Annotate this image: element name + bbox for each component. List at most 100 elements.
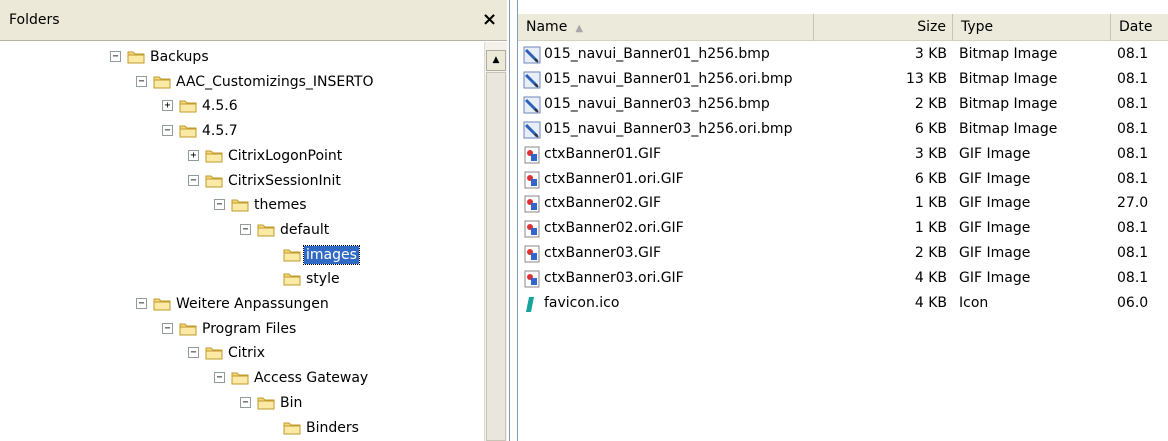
file-name: 015_navui_Banner01_h256.ori.bmp [544,70,793,87]
file-row[interactable]: ctxBanner01.GIF 3 KB GIF Image 08.1 [518,142,1168,166]
file-type: Bitmap Image [959,46,1058,62]
file-type: GIF Image [959,270,1031,287]
column-header-size[interactable]: Size [814,14,953,41]
collapse-icon[interactable]: − [214,372,225,384]
file-type: GIF Image [959,245,1031,262]
tree-item-label[interactable]: Binders [304,419,361,437]
collapse-icon[interactable]: − [110,51,121,62]
tree-item[interactable]: − CitrixSessionInit [0,170,484,194]
tree-item-label[interactable]: CitrixLogonPoint [226,147,344,165]
tree-item[interactable]: − Bin [0,392,484,416]
tree-item[interactable]: − Access Gateway [0,367,484,391]
file-row[interactable]: 015_navui_Banner03_h256.ori.bmp 6 KB Bitma… [518,117,1168,141]
collapse-icon[interactable]: − [240,396,251,408]
tree-item[interactable]: − AAC_Customizings_INSERTO [0,71,484,95]
tree-item-label[interactable]: 4.5.6 [200,97,240,115]
file-size: 4 KB [914,295,947,311]
folder-icon [205,148,223,163]
file-row[interactable]: favicon.ico 4 KB Icon 06.0 [518,291,1168,315]
expand-icon[interactable]: + [188,149,199,161]
tree-item-label[interactable]: Bin [278,394,304,412]
collapse-icon[interactable]: − [188,347,199,359]
tree-item-label[interactable]: themes [252,196,309,214]
scroll-up-button[interactable]: ▲ [486,50,506,71]
file-list-pane: Name ▲ Size Type Date 015_navui_Banner01_… [517,0,1168,441]
tree-item[interactable]: − Citrix [0,342,484,366]
bitmap-icon [523,71,541,89]
collapse-icon[interactable]: − [162,125,173,137]
tree-item[interactable]: + CitrixLogonPoint [0,145,484,169]
tree-item[interactable]: Binders [0,417,484,441]
tree-item-label[interactable]: style [304,270,342,288]
tree-item[interactable]: +4.5.6 [0,95,484,119]
tree-item[interactable]: − Weitere Anpassungen [0,293,484,317]
tree-item-label[interactable]: default [278,221,331,239]
file-row[interactable]: 015_navui_Banner03_h256.bmp 2 KB Bitmap Im… [518,92,1168,116]
file-date: 08.1 [1117,70,1149,87]
tree-item-label[interactable]: Program Files [200,320,298,338]
tree-item[interactable]: style [0,268,484,292]
folder-icon [283,247,301,262]
file-type: Bitmap Image [959,95,1058,112]
column-header-size-label: Size [917,19,946,35]
folder-icon [257,222,275,237]
folder-tree-scrollbar[interactable]: ▲ [484,42,507,441]
folder-icon [283,271,301,286]
tree-item-label[interactable]: AAC_Customizings_INSERTO [174,73,376,91]
file-row[interactable]: ctxBanner03.GIF 2 KB GIF Image 08.1 [518,241,1168,265]
expand-icon[interactable]: + [162,100,173,112]
collapse-icon[interactable]: − [214,199,225,211]
collapse-icon[interactable]: − [162,322,173,334]
column-header-date[interactable]: Date [1111,14,1168,41]
file-type: GIF Image [959,195,1031,212]
file-row[interactable]: ctxBanner01.ori.GIF 6 KB GIF Image 08.1 [518,167,1168,191]
folder-icon [205,345,223,360]
tree-item-label[interactable]: CitrixSessionInit [226,172,343,190]
tree-item[interactable]: − 4.5.7 [0,120,484,144]
tree-item-label[interactable]: Weitere Anpassungen [174,295,331,313]
folders-pane-header: Folders × [0,0,507,41]
file-row[interactable]: 015_navui_Banner01_h256.bmp 3 KB Bitmap Im… [518,42,1168,66]
collapse-icon[interactable]: − [136,75,147,87]
file-name: ctxBanner01.ori.GIF [544,170,684,187]
file-type: GIF Image [959,145,1031,162]
tree-item-label[interactable]: Backups [148,48,211,66]
tree-item-label[interactable]: Access Gateway [252,369,370,387]
tree-item-label[interactable]: images [303,244,360,265]
folders-pane: Folders × − Backups − AAC_Customizings_INSE… [0,0,510,441]
file-row[interactable]: 015_navui_Banner01_h256.ori.bmp 13 KB Bitm… [518,67,1168,91]
close-icon[interactable]: × [482,9,497,30]
file-date: 08.1 [1117,220,1149,237]
scroll-thumb[interactable] [486,72,506,441]
tree-item[interactable]: − default [0,219,484,243]
file-size: 4 KB [914,270,947,287]
column-header-name[interactable]: Name ▲ [518,14,814,41]
column-header-name-label: Name [526,19,568,35]
tree-item[interactable]: − themes [0,194,484,218]
file-row[interactable]: ctxBanner02.ori.GIF 1 KB GIF Image 08.1 [518,216,1168,240]
column-header-type-label: Type [961,19,994,35]
file-row[interactable]: ctxBanner03.ori.GIF 4 KB GIF Image 08.1 [518,266,1168,290]
folder-icon [153,74,171,89]
collapse-icon[interactable]: − [240,223,251,235]
folder-icon [179,98,197,113]
tree-item[interactable]: images [0,244,484,268]
file-name: ctxBanner02.GIF [544,195,662,212]
folder-icon [231,197,249,212]
folder-icon [179,321,197,336]
collapse-icon[interactable]: − [188,174,199,186]
file-date: 08.1 [1117,170,1149,187]
file-name: ctxBanner03.ori.GIF [544,270,684,287]
collapse-icon[interactable]: − [136,298,147,309]
file-size: 1 KB [914,220,947,237]
folder-icon [205,173,223,188]
file-row[interactable]: ctxBanner02.GIF 1 KB GIF Image 27.0 [518,191,1168,215]
folder-icon [231,370,249,385]
column-header-type[interactable]: Type [953,14,1111,41]
tree-item[interactable]: − Backups [0,46,484,70]
tree-item-label[interactable]: Citrix [226,344,267,362]
file-name: ctxBanner03.GIF [544,245,662,262]
tree-item-label[interactable]: 4.5.7 [200,122,240,140]
file-type: Icon [959,295,989,311]
tree-item[interactable]: − Program Files [0,318,484,342]
